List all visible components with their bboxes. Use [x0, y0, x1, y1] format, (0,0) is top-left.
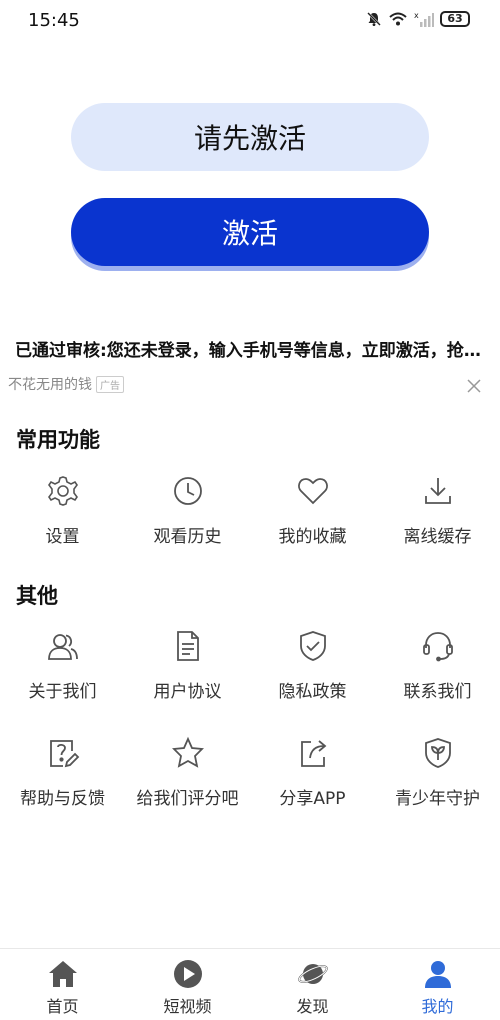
tab-home[interactable]: 首页 — [0, 949, 125, 1020]
help-edit-icon — [49, 740, 79, 768]
sprout-shield-icon — [424, 738, 451, 768]
watch-history-item[interactable]: 观看历史 — [125, 474, 250, 547]
section-title-other: 其他 — [16, 584, 58, 608]
other-grid-row-2: 帮助与反馈 给我们评分吧 分享APP 青少年守护 — [0, 736, 500, 809]
share-app-item[interactable]: 分享APP — [250, 736, 375, 809]
bell-muted-icon — [367, 12, 381, 26]
tab-mine[interactable]: 我的 — [375, 949, 500, 1020]
play-icon — [173, 960, 202, 988]
teen-guard-item[interactable]: 青少年守护 — [375, 736, 500, 809]
activate-button[interactable]: 激活 — [71, 198, 429, 266]
shield-check-icon — [299, 631, 326, 661]
status-time: 15:45 — [28, 10, 80, 31]
settings-label: 设置 — [45, 527, 80, 547]
gear-icon — [47, 476, 78, 506]
favorites-item[interactable]: 我的收藏 — [250, 474, 375, 547]
ad-text: 不花无用的钱 — [8, 377, 92, 393]
user-agreement-label: 用户协议 — [153, 682, 222, 702]
privacy-policy-item[interactable]: 隐私政策 — [250, 629, 375, 702]
status-icons: x 63 — [366, 11, 470, 27]
heart-icon — [297, 478, 328, 505]
offline-cache-label: 离线缓存 — [403, 527, 472, 547]
watch-history-label: 观看历史 — [153, 527, 222, 547]
help-feedback-item[interactable]: 帮助与反馈 — [0, 736, 125, 809]
activate-first-button[interactable]: 请先激活 — [71, 103, 429, 171]
home-icon — [48, 961, 77, 987]
rate-us-label: 给我们评分吧 — [136, 789, 239, 809]
users-icon — [47, 634, 78, 660]
person-icon — [424, 961, 451, 988]
share-app-label: 分享APP — [279, 789, 346, 809]
help-feedback-label: 帮助与反馈 — [20, 789, 105, 809]
tab-home-label: 首页 — [46, 997, 79, 1016]
about-us-label: 关于我们 — [28, 682, 97, 702]
privacy-policy-label: 隐私政策 — [278, 682, 347, 702]
tab-mine-label: 我的 — [421, 997, 454, 1016]
settings-item[interactable]: 设置 — [0, 474, 125, 547]
bottom-tab-bar: 首页 短视频 发现 我的 — [0, 948, 500, 1020]
contact-us-label: 联系我们 — [403, 682, 472, 702]
contact-us-item[interactable]: 联系我们 — [375, 629, 500, 702]
document-icon — [176, 631, 199, 661]
headset-icon — [422, 632, 453, 662]
tab-short-video[interactable]: 短视频 — [125, 949, 250, 1020]
planet-icon — [297, 964, 328, 984]
offline-cache-item[interactable]: 离线缓存 — [375, 474, 500, 547]
user-agreement-item[interactable]: 用户协议 — [125, 629, 250, 702]
tab-short-video-label: 短视频 — [163, 997, 212, 1016]
notice-text: 已通过审核:您还未登录，输入手机号等信息，立即激活，抢先体验 — [15, 341, 487, 361]
rate-us-item[interactable]: 给我们评分吧 — [125, 736, 250, 809]
signal-icon: x — [414, 11, 434, 27]
svg-text:x: x — [414, 11, 419, 20]
status-bar: 15:45 x 63 — [0, 0, 500, 44]
favorites-label: 我的收藏 — [278, 527, 347, 547]
star-icon — [171, 736, 204, 768]
clock-icon — [173, 477, 202, 505]
tab-discover[interactable]: 发现 — [250, 949, 375, 1020]
battery-indicator: 63 — [440, 11, 470, 27]
close-icon[interactable] — [464, 376, 484, 396]
wifi-icon — [389, 12, 407, 26]
about-us-item[interactable]: 关于我们 — [0, 629, 125, 702]
section-title-common: 常用功能 — [16, 428, 100, 452]
ad-badge: 广告 — [96, 375, 124, 393]
download-icon — [424, 478, 451, 504]
tab-discover-label: 发现 — [296, 997, 329, 1016]
common-grid: 设置 观看历史 我的收藏 离线缓存 — [0, 474, 500, 547]
teen-guard-label: 青少年守护 — [395, 789, 480, 809]
ad-banner[interactable]: 不花无用的钱 广告 — [8, 374, 124, 394]
share-icon — [300, 740, 326, 767]
other-grid-row-1: 关于我们 用户协议 隐私政策 联系我们 — [0, 629, 500, 702]
